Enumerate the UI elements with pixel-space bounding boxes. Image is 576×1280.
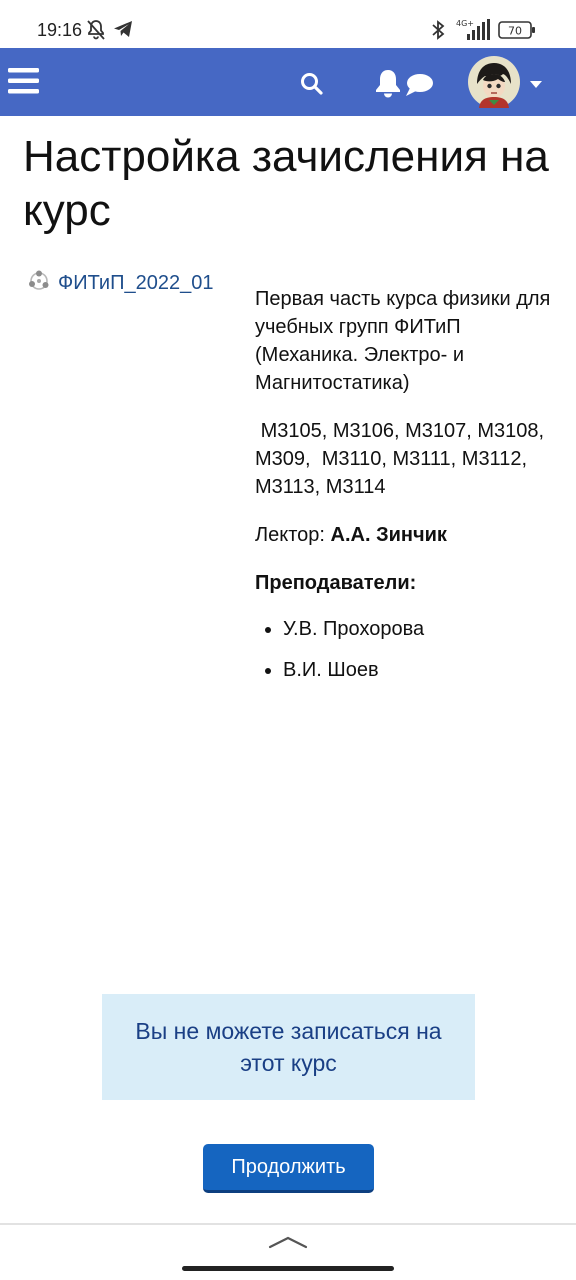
chevron-down-icon[interactable] [530,76,542,94]
course-description: Первая часть курса физики для учебных гр… [255,288,551,394]
notifications-icon[interactable] [375,68,401,103]
footer-bar [0,1223,576,1280]
status-bar: 19:16 4G+ 70 [0,0,576,48]
menu-icon[interactable] [8,67,40,100]
search-icon[interactable] [300,72,324,101]
teachers-list: У.В. Прохорова В.И. Шоев [255,615,555,684]
top-navbar [0,48,576,116]
course-link[interactable]: ФИТиП_2022_01 [28,270,213,296]
svg-text:4G+: 4G+ [456,19,474,28]
list-item: У.В. Прохорова [255,615,555,643]
battery-icon: 70 [498,21,536,44]
home-indicator[interactable] [182,1266,394,1271]
course-icon [28,270,50,297]
lecturer-label: Лектор: [255,524,331,546]
enrol-notice: Вы не можете записаться на этот курс [102,994,475,1100]
course-summary: Первая часть курса физики для учебных гр… [255,285,555,697]
teachers-heading: Преподаватели: [255,572,417,594]
enrol-notice-text: Вы не можете записаться на этот курс [135,1018,442,1076]
messages-icon[interactable] [404,73,434,102]
battery-level: 70 [508,25,522,38]
page-title: Настройка зачисления на курс [23,132,549,235]
status-time: 19:16 [37,20,83,40]
course-link-label[interactable]: ФИТиП_2022_01 [58,272,213,295]
avatar[interactable] [468,56,520,113]
lecturer-name: А.А. Зинчик [330,524,447,546]
signal-icon: 4G+ [455,18,493,47]
bell-off-icon [86,19,106,46]
telegram-icon [113,19,133,44]
lecturer-line: Лектор: А.А. Зинчик [255,521,555,549]
course-groups: M3105, M3106, M3107, M3108, M309, M3110,… [255,420,550,498]
continue-button[interactable]: Продолжить [203,1144,374,1193]
bluetooth-icon [430,19,446,46]
list-item: В.И. Шоев [255,656,555,684]
chevron-up-icon[interactable] [268,1235,308,1254]
